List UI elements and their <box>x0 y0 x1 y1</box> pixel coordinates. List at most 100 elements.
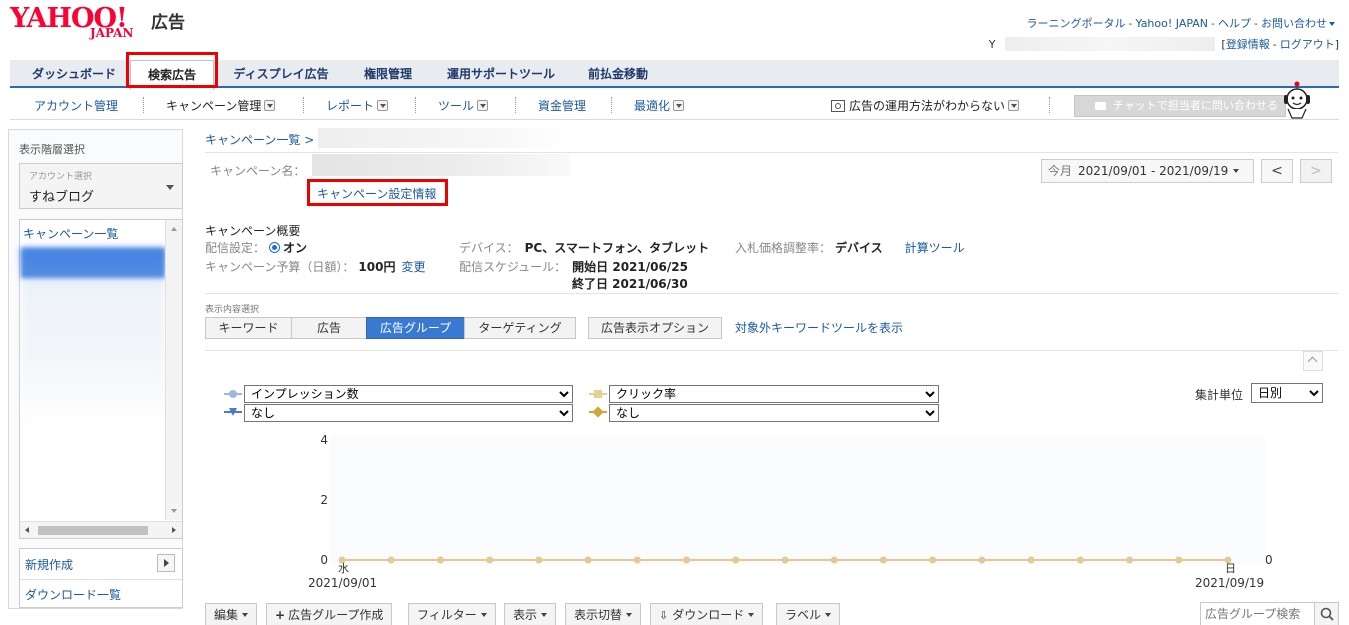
scroll-down-icon <box>171 509 177 513</box>
collapse-chart-icon[interactable] <box>1303 351 1323 371</box>
user-row: Y [登録情報 - ログアウト] <box>988 36 1339 52</box>
ctr-data-point <box>1175 556 1183 564</box>
left-secondary-legend-icon <box>224 407 242 417</box>
logout-link[interactable]: ログアウト <box>1280 36 1335 52</box>
download-list-link[interactable]: ダウンロード一覧 <box>25 586 121 603</box>
chevron-down-icon <box>541 613 548 617</box>
create-ad-group-button[interactable]: + 広告グループ作成 <box>266 603 393 625</box>
ctr-data-point <box>436 556 444 564</box>
excluded-keyword-tool-link[interactable]: 対象外キーワードツールを表示 <box>735 319 903 336</box>
subnav-account-mgmt[interactable]: アカウント管理 <box>34 97 118 114</box>
ctr-data-point <box>683 556 691 564</box>
campaign-budget: キャンペーン予算（日額）： 100円 変更 <box>205 260 426 274</box>
metric-select-right-secondary[interactable]: なし <box>609 404 939 422</box>
campaign-settings-link[interactable]: キャンペーン設定情報 <box>317 185 436 202</box>
scroll-up-icon <box>171 227 177 231</box>
new-create-link[interactable]: 新規作成 <box>25 556 73 573</box>
vertical-scrollbar[interactable] <box>165 220 182 520</box>
chevron-down-icon <box>1233 169 1240 173</box>
tab-display-ads[interactable]: ディスプレイ広告 <box>218 60 344 88</box>
help-link[interactable]: ヘルプ <box>1218 17 1251 30</box>
calc-tool-link[interactable]: 計算ツール <box>905 241 965 255</box>
ctr-data-point <box>978 556 986 564</box>
help-book-icon <box>831 100 845 112</box>
tab-permissions[interactable]: 権限管理 <box>350 60 426 88</box>
yahoo-ads-logo[interactable]: YAHOO! JAPAN 広告 <box>10 4 190 42</box>
chevron-down-icon <box>825 613 832 617</box>
breadcrumb-campaign-list[interactable]: キャンペーン一覧 > <box>205 131 314 148</box>
metric-select-left-secondary[interactable]: なし <box>244 404 573 422</box>
campaign-summary-title: キャンペーン概要 <box>205 224 301 238</box>
label-button[interactable]: ラベル <box>776 603 841 625</box>
ad-display-options-button[interactable]: 広告表示オプション <box>588 317 722 339</box>
metric-select-left-primary[interactable]: インプレッション数 <box>244 385 573 403</box>
tab-ad-groups[interactable]: 広告グループ <box>366 317 465 339</box>
horizontal-scrollbar[interactable] <box>20 521 182 538</box>
account-select[interactable]: アカウント選択 すねブログ <box>19 163 183 209</box>
date-range-select[interactable]: 今月 2021/09/01 - 2021/09/19 <box>1041 159 1254 183</box>
yahoo-japan-link[interactable]: Yahoo! JAPAN <box>1135 17 1208 30</box>
selected-campaign-item[interactable] <box>21 248 165 278</box>
x-end-day-label: 日 <box>1225 562 1236 575</box>
tab-keywords[interactable]: キーワード <box>205 317 292 339</box>
next-period-button[interactable]: > <box>1300 159 1332 183</box>
subnav-optimize[interactable]: 最適化 <box>634 97 685 114</box>
metric-select-right-primary[interactable]: クリック率 <box>609 385 939 403</box>
chat-contact-button[interactable]: チャットで担当者に問い合わせる <box>1074 95 1286 117</box>
download-icon: ⇩ <box>659 609 669 622</box>
device-setting: デバイス： PC、スマートフォン、タブレット <box>459 241 710 255</box>
chevron-right-icon[interactable] <box>157 554 175 572</box>
scroll-thumb <box>38 526 148 535</box>
chevron-down-icon <box>480 613 487 617</box>
edit-button[interactable]: 編集 <box>205 603 258 625</box>
plot-area <box>330 435 1265 565</box>
search-icon[interactable] <box>1314 603 1338 625</box>
campaign-list-link[interactable]: キャンペーン一覧 <box>23 225 118 242</box>
tab-search-ads[interactable]: 検索広告 <box>130 60 214 90</box>
aggregation-unit-select[interactable]: 日別 <box>1251 383 1323 403</box>
subnav-report[interactable]: レポート <box>326 97 389 114</box>
tab-support-tools[interactable]: 運用サポートツール <box>430 60 572 88</box>
ad-group-search-input[interactable] <box>1201 603 1309 625</box>
contact-link[interactable]: お問い合わせ <box>1261 17 1327 30</box>
learning-portal-link[interactable]: ラーニングポータル <box>1027 17 1126 30</box>
chevron-down-icon <box>626 613 633 617</box>
x-end-date-label: 2021/09/19 <box>1195 576 1264 590</box>
chevron-down-icon <box>166 185 174 190</box>
tab-targeting[interactable]: ターゲティング <box>464 317 576 339</box>
hierarchy-title: 表示階層選択 <box>19 143 85 156</box>
account-select-value: すねブログ <box>29 190 95 205</box>
account-info-link[interactable]: 登録情報 <box>1226 36 1270 52</box>
chevron-down-icon <box>1329 22 1335 26</box>
ctr-data-point <box>1076 556 1084 564</box>
ctr-data-point <box>929 556 937 564</box>
ctr-data-point <box>830 556 838 564</box>
prev-period-button[interactable]: < <box>1261 159 1293 183</box>
user-initial: Y <box>988 37 996 51</box>
download-button[interactable]: ⇩ ダウンロード <box>650 603 764 625</box>
dropdown-arrow-icon <box>1008 100 1020 111</box>
dropdown-arrow-icon <box>264 100 276 111</box>
ctr-legend-icon <box>589 389 607 399</box>
breadcrumb-redacted <box>318 128 568 148</box>
display-toggle-button[interactable]: 表示切替 <box>565 603 642 625</box>
tab-dashboard[interactable]: ダッシュボード <box>18 60 130 88</box>
campaign-list: キャンペーン一覧 <box>19 219 183 539</box>
ctr-data-point <box>633 556 641 564</box>
tab-prepayment[interactable]: 前払金移動 <box>576 60 660 88</box>
help-operation-dropdown[interactable]: 広告の運用方法がわからない <box>831 97 1020 114</box>
ctr-data-point <box>584 556 592 564</box>
dropdown-arrow-icon <box>377 100 389 111</box>
header-links: ラーニングポータル - Yahoo! JAPAN - ヘルプ - お問い合わせ <box>1027 15 1335 31</box>
filter-button[interactable]: フィルター <box>408 603 496 625</box>
support-mascot-icon <box>1284 81 1310 119</box>
delivery-setting: 配信設定： オン <box>205 241 308 255</box>
ad-group-search <box>1200 602 1339 625</box>
subnav-tools[interactable]: ツール <box>438 97 489 114</box>
aggregation-unit-label: 集計単位 <box>1195 388 1244 402</box>
tab-ads[interactable]: 広告 <box>291 317 367 339</box>
subnav-campaign-mgmt[interactable]: キャンペーン管理 <box>166 97 276 114</box>
display-button[interactable]: 表示 <box>504 603 557 625</box>
subnav-funds[interactable]: 資金管理 <box>538 97 586 114</box>
budget-change-link[interactable]: 変更 <box>401 260 425 274</box>
